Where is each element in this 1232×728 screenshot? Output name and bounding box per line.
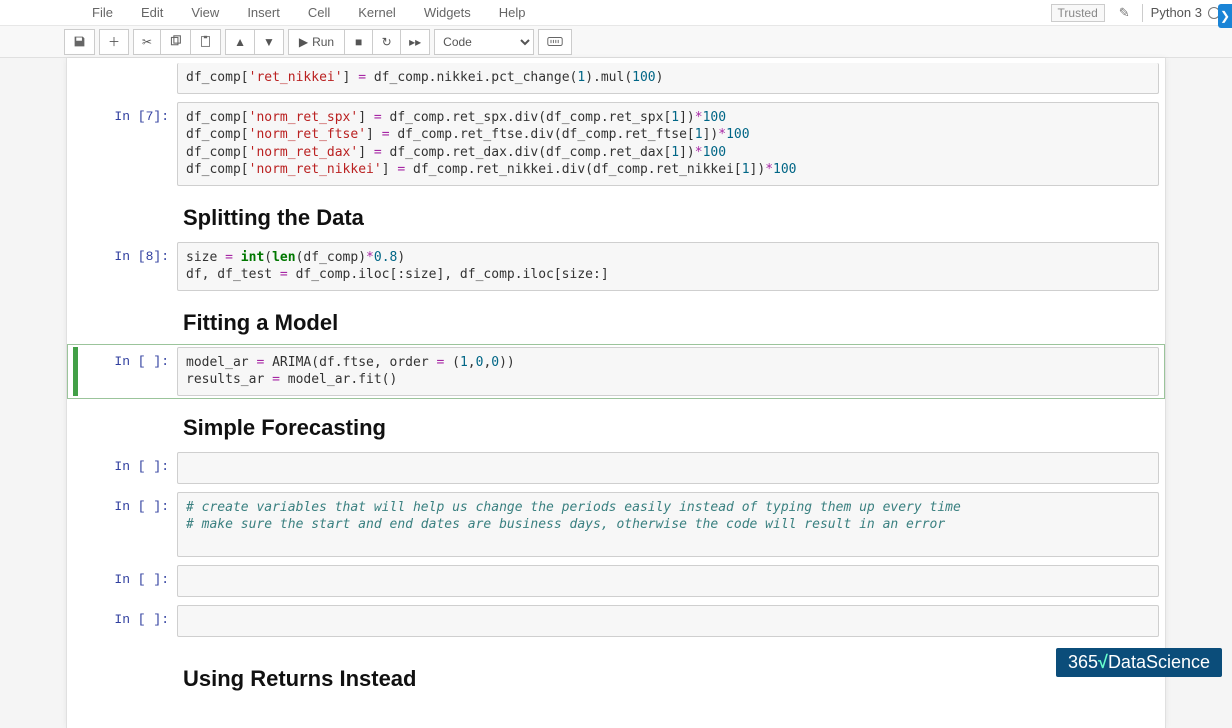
menu-kernel[interactable]: Kernel [346,3,408,22]
code-content[interactable]: # create variables that will help us cha… [186,499,1150,534]
cell-prompt: In [7]: [87,102,177,186]
menu-widgets[interactable]: Widgets [412,3,483,22]
kernel-indicator-area[interactable]: Python 3 [1142,4,1220,22]
run-label: Run [312,35,334,49]
restart-button[interactable]: ↻ [373,29,401,55]
code-cell-empty[interactable]: In [ ]: [67,602,1165,640]
heading-splitting: Splitting the Data [183,205,1159,231]
code-cell-7[interactable]: In [7]: df_comp['norm_ret_spx'] = df_com… [67,99,1165,189]
stop-button[interactable]: ■ [345,29,373,55]
code-cell-comments[interactable]: In [ ]: # create variables that will hel… [67,489,1165,560]
move-up-button[interactable]: ▲ [225,29,255,55]
markdown-cell[interactable]: Using Returns Instead [67,642,1165,698]
code-cell-8[interactable]: In [8]: size = int(len(df_comp)*0.8) df,… [67,239,1165,294]
code-content[interactable]: size = int(len(df_comp)*0.8) df, df_test… [186,249,1150,284]
move-down-button[interactable]: ▼ [255,29,284,55]
paste-button[interactable] [191,29,221,55]
fast-forward-button[interactable]: ▸▸ [401,29,430,55]
heading-fitting: Fitting a Model [183,310,1159,336]
watermark-badge: 365√DataScience [1056,648,1222,677]
menubar: File Edit View Insert Cell Kernel Widget… [0,0,1232,26]
heading-returns: Using Returns Instead [183,666,1159,692]
menu-cell[interactable]: Cell [296,3,342,22]
cut-button[interactable]: ✂ [133,29,161,55]
code-cell-empty[interactable]: In [ ]: [67,562,1165,600]
menu-edit[interactable]: Edit [129,3,175,22]
cell-prompt: In [8]: [87,242,177,291]
menu-file[interactable]: File [80,3,125,22]
menu-list: File Edit View Insert Cell Kernel Widget… [12,3,538,22]
code-content[interactable] [186,459,1150,477]
code-content[interactable]: df_comp['ret_nikkei'] = df_comp.nikkei.p… [186,69,1150,87]
notebook-container: df_comp['ret_nikkei'] = df_comp.nikkei.p… [66,58,1166,728]
code-content[interactable]: df_comp['norm_ret_spx'] = df_comp.ret_sp… [186,109,1150,179]
cell-prompt: In [ ]: [87,347,177,396]
toolbar: ＋ ✂ ▲ ▼ ▶ Run ■ ↻ ▸▸ Code [0,26,1232,58]
save-button[interactable] [64,29,95,55]
sidebar-toggle-icon[interactable]: ❯ [1218,4,1232,28]
cell-prompt [87,63,177,94]
cell-prompt: In [ ]: [87,452,177,484]
code-content[interactable] [186,572,1150,590]
menu-insert[interactable]: Insert [235,3,292,22]
add-cell-button[interactable]: ＋ [99,29,129,55]
kernel-name: Python 3 [1151,5,1202,20]
code-content[interactable]: model_ar = ARIMA(df.ftse, order = (1,0,0… [186,354,1150,389]
markdown-cell[interactable]: Simple Forecasting [67,401,1165,447]
cell-prompt: In [ ]: [87,605,177,637]
command-palette-button[interactable] [538,29,572,55]
code-cell[interactable]: df_comp['ret_nikkei'] = df_comp.nikkei.p… [67,60,1165,97]
copy-button[interactable] [161,29,191,55]
trusted-badge[interactable]: Trusted [1051,4,1105,22]
menu-help[interactable]: Help [487,3,538,22]
menu-view[interactable]: View [179,3,231,22]
cell-type-select[interactable]: Code [434,29,534,55]
code-content[interactable] [186,612,1150,630]
selection-indicator [73,347,78,396]
pencil-icon[interactable]: ✎ [1119,5,1130,21]
heading-forecast: Simple Forecasting [183,415,1159,441]
cell-prompt: In [ ]: [87,565,177,597]
code-cell-empty[interactable]: In [ ]: [67,449,1165,487]
cell-prompt: In [ ]: [87,492,177,557]
play-icon: ▶ [299,35,308,49]
code-cell-selected[interactable]: In [ ]: model_ar = ARIMA(df.ftse, order … [67,344,1165,399]
markdown-cell[interactable]: Fitting a Model [67,296,1165,342]
markdown-cell[interactable]: Splitting the Data [67,191,1165,237]
run-button[interactable]: ▶ Run [288,29,345,55]
